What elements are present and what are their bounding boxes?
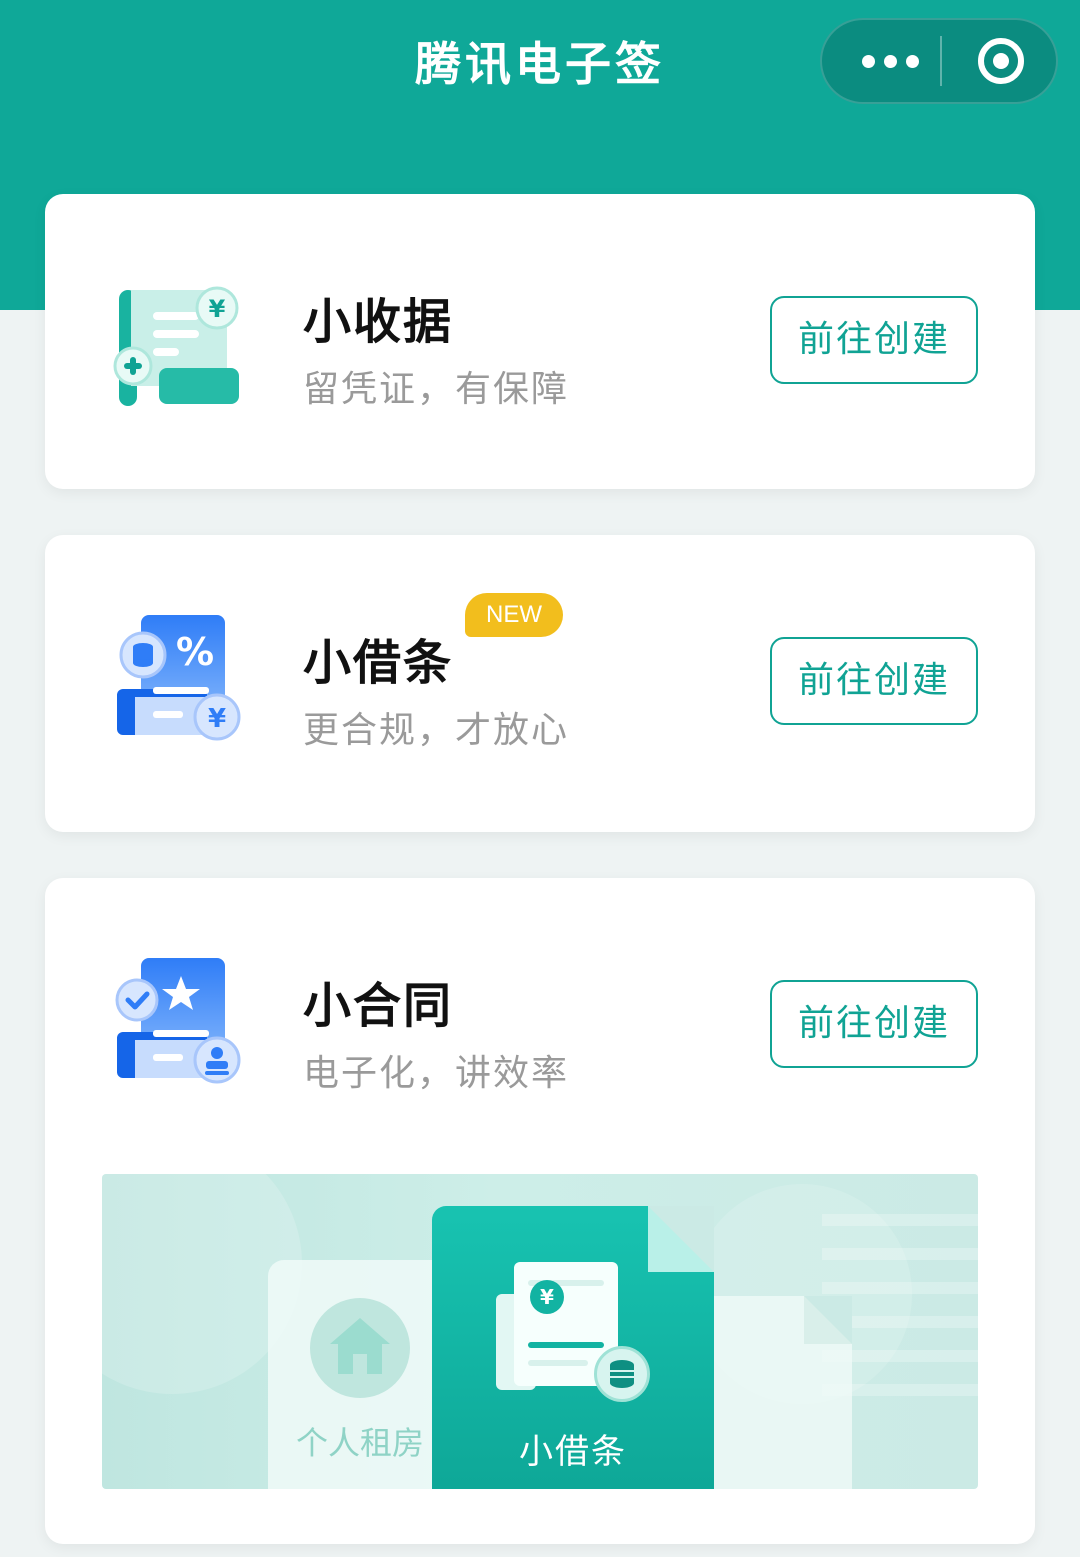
template-card-rental[interactable]: 个人租房 <box>268 1260 458 1489</box>
card-contract: 小合同 电子化，讲效率 前往创建 个人租房 ¥ 小借条 <box>45 878 1035 1544</box>
template-label-iou: 小借条 <box>519 1432 627 1472</box>
house-icon <box>310 1298 410 1398</box>
create-iou-button[interactable]: 前往创建 <box>770 637 978 725</box>
card-title: 小合同 <box>303 978 454 1034</box>
card-iou: % ¥ NEW 小借条 更合规，才放心 前往创建 <box>45 535 1035 832</box>
capsule-divider <box>940 36 942 86</box>
page-fold <box>648 1206 714 1272</box>
coins-icon <box>594 1346 650 1402</box>
new-badge: NEW <box>465 593 563 637</box>
create-receipt-button[interactable]: 前往创建 <box>770 296 978 384</box>
card-title: 小借条 <box>303 635 454 691</box>
svg-text:¥: ¥ <box>209 295 226 323</box>
receipt-icon: ¥ <box>113 282 245 414</box>
svg-text:¥: ¥ <box>208 704 226 734</box>
template-card-iou[interactable]: ¥ 小借条 <box>432 1206 714 1489</box>
create-contract-button[interactable]: 前往创建 <box>770 980 978 1068</box>
template-label-rental: 个人租房 <box>296 1424 425 1462</box>
target-close-icon[interactable] <box>978 38 1024 84</box>
yen-icon: ¥ <box>530 1280 564 1314</box>
card-receipt: ¥ 小收据 留凭证，有保障 前往创建 <box>45 194 1035 489</box>
iou-icon: % ¥ <box>113 613 245 745</box>
contract-icon <box>113 956 245 1088</box>
card-subtitle: 留凭证，有保障 <box>303 369 570 410</box>
card-subtitle: 更合规，才放心 <box>303 710 570 751</box>
card-subtitle: 电子化，讲效率 <box>303 1053 570 1094</box>
template-card-placeholder <box>712 1296 852 1489</box>
card-title: 小收据 <box>303 294 454 350</box>
template-banner[interactable]: 个人租房 ¥ 小借条 <box>102 1174 978 1489</box>
svg-text:%: % <box>176 630 214 674</box>
more-dots-icon[interactable] <box>852 20 942 102</box>
page-fold <box>804 1296 852 1344</box>
mini-program-capsule <box>820 18 1058 104</box>
